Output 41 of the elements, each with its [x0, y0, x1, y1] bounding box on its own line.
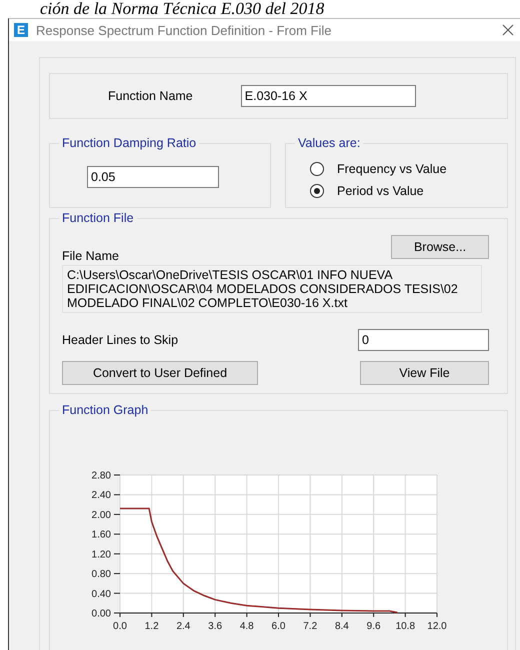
radio-option[interactable]: Frequency vs Value — [310, 162, 497, 176]
field-label: Header Lines to Skip — [62, 333, 178, 347]
radio-option[interactable]: Period vs Value — [310, 184, 497, 198]
group-title: Function File — [61, 211, 135, 225]
x-tick-label: 8.4 — [334, 621, 349, 632]
x-tick-label: 2.4 — [176, 621, 190, 632]
group-title: Function Graph — [61, 403, 150, 417]
y-tick-label: 2.00 — [92, 510, 111, 521]
x-tick-label: 1.2 — [144, 621, 159, 632]
close-icon[interactable] — [502, 24, 514, 36]
y-tick-label: 1.60 — [92, 530, 111, 541]
group-title: Values are: — [297, 136, 362, 150]
y-tick-label: 1.20 — [92, 549, 111, 560]
x-tick-label: 12.0 — [427, 621, 447, 632]
file-path: C:\Users\Oscar\OneDrive\TESIS OSCAR\01 INFO NUEVA EDIFICACION\OSCAR\04 MODELADOS CONSIDERADOS TESIS\02 MODELADO FINAL\02 COMPLETO\E030-16 X.txt — [62, 265, 482, 313]
x-tick-label: 4.8 — [240, 621, 254, 632]
y-tick-label: 2.40 — [92, 490, 111, 502]
y-tick-label: 0.40 — [92, 588, 111, 600]
window-title: Response Spectrum Function Definition - From File — [36, 22, 333, 38]
damping-ratio-field[interactable]: 0.05 — [87, 166, 219, 188]
x-tick-label: 6.0 — [272, 621, 286, 632]
x-tick-label: 7.2 — [303, 621, 318, 632]
document-caption: ción de la Norma Técnica E.030 del 2018 — [39, 0, 326, 18]
radio-icon[interactable] — [310, 162, 324, 176]
browse-button[interactable]: Browse... — [391, 235, 489, 259]
app-icon: E — [14, 23, 28, 37]
convert-button[interactable]: Convert to User Defined — [62, 361, 258, 385]
x-tick-label: 0.0 — [113, 621, 127, 632]
y-tick-label: 0.00 — [92, 608, 111, 620]
x-tick-label: 9.6 — [366, 621, 381, 632]
x-tick-label: 10.8 — [396, 621, 416, 632]
radio-icon[interactable] — [310, 184, 324, 198]
view-file-button[interactable]: View File — [360, 361, 489, 385]
field-label: File Name — [62, 249, 119, 263]
y-tick-label: 2.80 — [92, 470, 111, 482]
group-title: Function Damping Ratio — [61, 136, 198, 150]
header-lines-field[interactable]: 0 — [358, 329, 489, 351]
y-tick-label: 0.80 — [92, 569, 111, 580]
function-name-field[interactable]: E.030-16 X — [240, 85, 416, 107]
field-label: Function Name — [108, 89, 193, 103]
x-tick-label: 3.6 — [208, 621, 222, 632]
